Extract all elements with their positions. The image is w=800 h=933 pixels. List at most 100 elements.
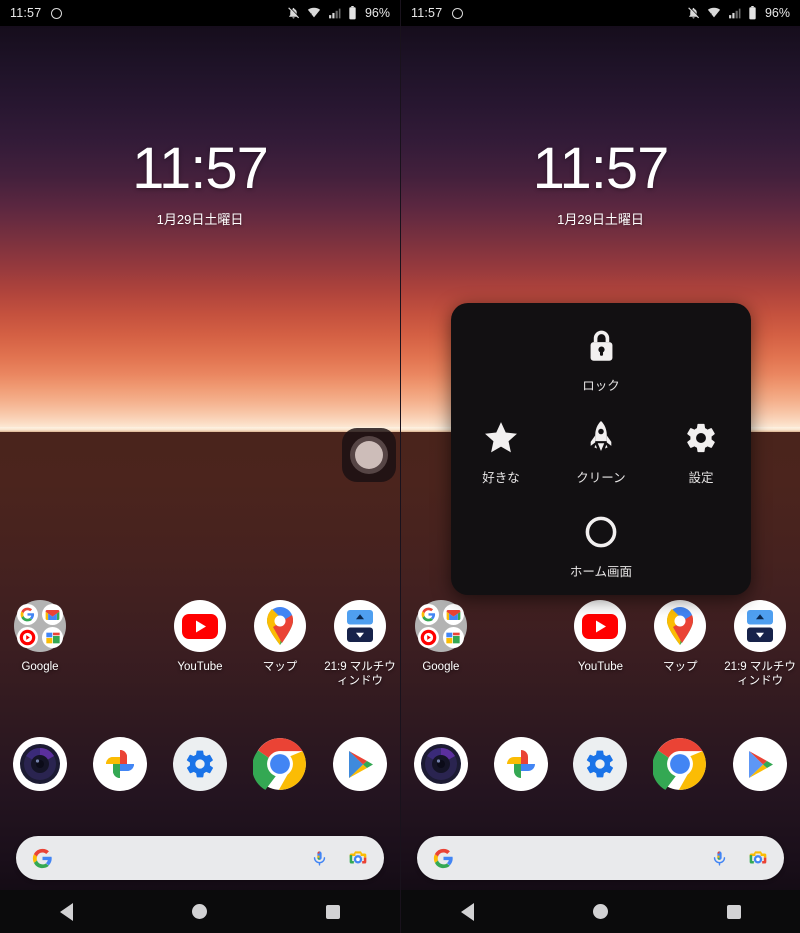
menu-item-label: ホーム画面 (569, 565, 633, 579)
right-phone-panel: 11:57 s 96% 11:57 1月29日土曜日 ロック 好きな クリーン … (400, 0, 800, 933)
youtube-icon (174, 600, 226, 652)
google-lens-icon[interactable] (748, 849, 768, 868)
google-photos-icon (493, 737, 548, 791)
clock-date: 1月29日土曜日 (557, 212, 644, 227)
clock-time: 11:57 (532, 136, 670, 201)
nav-back-button[interactable] (401, 902, 534, 921)
dock (0, 737, 400, 791)
app-icon-google-folder[interactable]: Google (0, 600, 80, 689)
microphone-icon[interactable] (311, 849, 328, 868)
nav-recents-button[interactable] (267, 904, 400, 919)
dock-icon-settings[interactable] (561, 737, 641, 791)
status-bar-circle-indicator-icon (452, 7, 464, 19)
menu-item-lock[interactable]: ロック (551, 324, 651, 394)
gear-icon (684, 416, 718, 460)
left-phone-panel: 11:57 s 96% 11:57 1月29日土曜日 Google YouTub… (0, 0, 400, 933)
dock-icon-photos[interactable] (80, 737, 160, 791)
app-icon-maps[interactable]: マップ (240, 600, 320, 689)
play-store-icon (333, 737, 387, 791)
clock-date: 1月29日土曜日 (156, 212, 244, 227)
menu-item-favorite[interactable]: 好きな (451, 416, 551, 486)
app-slot-empty (80, 600, 160, 689)
floating-shortcut-menu[interactable]: ロック 好きな クリーン 設定 ホーム画面 (451, 303, 751, 595)
lock-icon (586, 324, 617, 368)
google-lens-icon[interactable] (348, 849, 368, 868)
circle-outline-icon (584, 510, 618, 554)
notification-silent-icon (687, 6, 700, 20)
menu-item-settings[interactable]: 設定 (651, 416, 751, 486)
chrome-icon (252, 737, 307, 791)
assistive-touch-ring (350, 436, 388, 474)
assistive-touch-button[interactable] (342, 428, 396, 482)
menu-row-3: ホーム画面 (451, 486, 751, 580)
navigation-bar (401, 890, 800, 933)
dock-icon-chrome[interactable] (240, 737, 320, 791)
status-bar-icons: s 96% (687, 6, 790, 20)
nav-home-button[interactable] (133, 904, 266, 919)
google-folder-icon (14, 600, 66, 652)
google-g-icon (32, 848, 53, 869)
menu-item-label: ロック (582, 379, 620, 393)
google-maps-icon (254, 600, 306, 652)
microphone-icon[interactable] (711, 849, 728, 868)
google-folder-icon (414, 600, 467, 652)
app-icon-multiwindow[interactable]: 21:9 マルチウィンドウ (320, 600, 400, 689)
home-circle-icon (192, 904, 208, 919)
app-icon-multiwindow[interactable]: 21:9 マルチウィンドウ (720, 600, 800, 689)
camera-icon (13, 737, 67, 791)
settings-icon (173, 737, 227, 791)
star-icon (483, 416, 519, 460)
dock-icon-chrome[interactable] (640, 737, 720, 791)
app-icon-youtube[interactable]: YouTube (160, 600, 240, 689)
chrome-icon (652, 737, 707, 791)
app-label: YouTube (177, 661, 223, 673)
home-circle-icon (593, 904, 608, 919)
dock-icon-camera[interactable] (401, 737, 481, 791)
menu-item-clean[interactable]: クリーン (551, 416, 651, 486)
dual-panel-screenshot: 11:57 s 96% 11:57 1月29日土曜日 Google YouTub… (0, 0, 800, 933)
google-search-bar[interactable] (417, 836, 784, 880)
home-app-row: Google YouTube マップ 21:9 マルチウィンドウ (0, 600, 400, 689)
home-app-row: Google YouTube マップ 21:9 マルチウィンドウ (401, 600, 800, 689)
google-maps-icon (654, 600, 707, 652)
status-bar-time: 11:57 (10, 6, 42, 20)
status-bar-icons: s 96% (287, 6, 390, 20)
menu-item-label: 好きな (482, 471, 520, 485)
nav-back-button[interactable] (0, 902, 133, 921)
dock-icon-camera[interactable] (0, 737, 80, 791)
dock-icon-photos[interactable] (481, 737, 561, 791)
notification-silent-icon (287, 6, 300, 20)
status-bar-circle-indicator-icon (51, 7, 63, 19)
multi-window-icon (734, 600, 787, 652)
dock-icon-playstore[interactable] (320, 737, 400, 791)
google-search-bar[interactable] (16, 836, 384, 880)
app-slot-empty (481, 600, 561, 689)
recents-square-icon (726, 904, 741, 919)
clock-widget[interactable]: 11:57 1月29日土曜日 (0, 140, 400, 228)
app-icon-maps[interactable]: マップ (640, 600, 720, 689)
clock-widget[interactable]: 11:57 1月29日土曜日 (401, 140, 800, 228)
nav-home-button[interactable] (534, 904, 667, 919)
camera-icon (413, 737, 468, 791)
dock-icon-settings[interactable] (160, 737, 240, 791)
app-label: マップ (262, 661, 298, 673)
google-photos-icon (93, 737, 147, 791)
menu-item-home[interactable]: ホーム画面 (551, 510, 651, 580)
clock-time: 11:57 (132, 136, 269, 201)
dock (401, 737, 800, 791)
navigation-bar (0, 890, 400, 933)
dock-icon-playstore[interactable] (720, 737, 800, 791)
app-icon-youtube[interactable]: YouTube (561, 600, 641, 689)
app-label: Google (21, 661, 59, 673)
rocket-icon (586, 416, 616, 460)
signal-icon (328, 7, 341, 20)
wifi-icon: s (707, 6, 721, 20)
app-label: Google (422, 661, 460, 673)
battery-percent: 96% (764, 6, 790, 20)
nav-recents-button[interactable] (667, 904, 800, 919)
app-icon-google-folder[interactable]: Google (401, 600, 481, 689)
assistive-touch-core (355, 441, 383, 469)
menu-row-2: 好きな クリーン 設定 (451, 394, 751, 486)
wifi-icon: s (307, 6, 321, 20)
settings-icon (573, 737, 628, 791)
